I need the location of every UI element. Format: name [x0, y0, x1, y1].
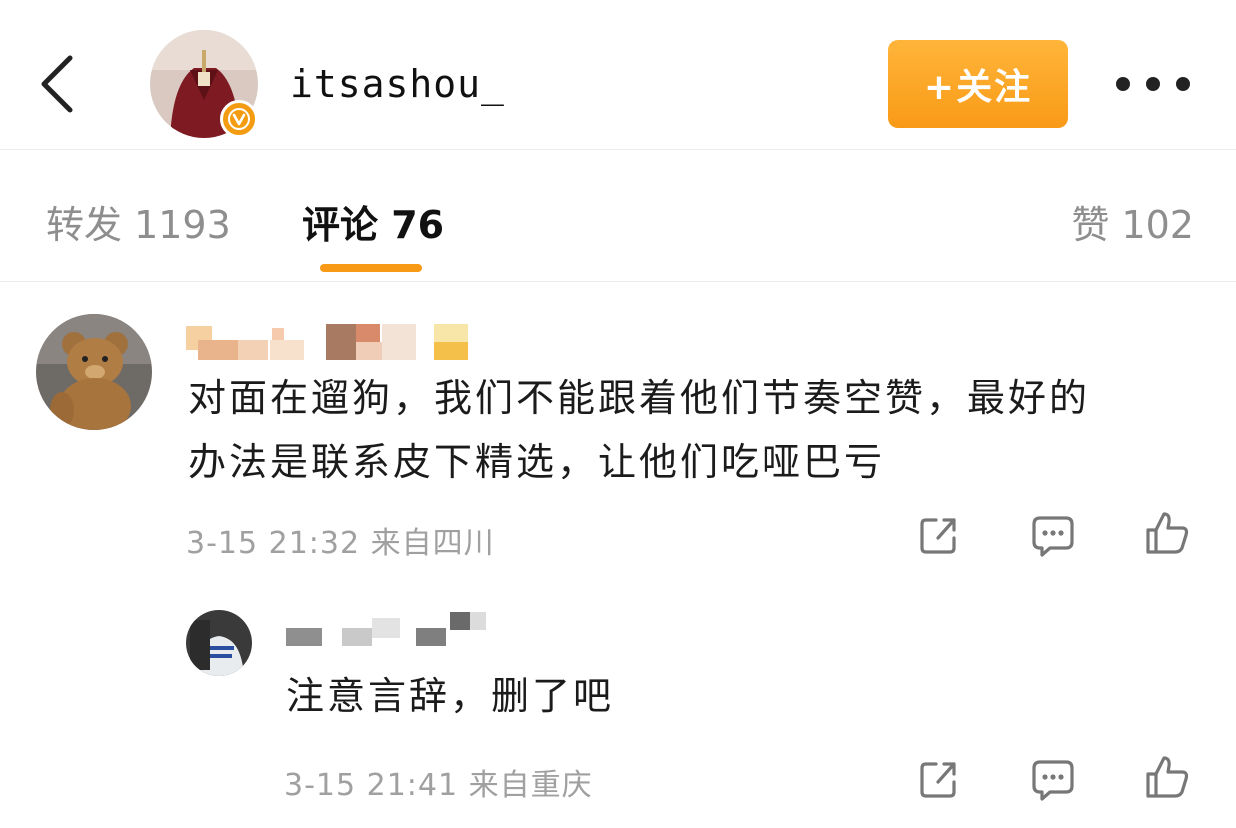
- replier-name-blurred[interactable]: [286, 610, 496, 650]
- back-button[interactable]: [36, 52, 82, 116]
- share-icon: [920, 762, 956, 798]
- more-dots-icon: [1116, 77, 1130, 91]
- commenter-name-blurred[interactable]: [186, 318, 486, 364]
- comment-text-line: 对面在遛狗，我们不能跟着他们节奏空赞，最好的: [188, 376, 1091, 420]
- comment-icon: [1032, 516, 1074, 557]
- username[interactable]: itsashou_: [290, 62, 505, 106]
- verified-badge-icon: [220, 100, 258, 138]
- tab-comments[interactable]: 评论 76: [302, 194, 444, 249]
- share-button[interactable]: [916, 512, 962, 558]
- share-button[interactable]: [916, 756, 962, 802]
- comment-button[interactable]: [1030, 512, 1076, 558]
- commenter-avatar[interactable]: [36, 314, 152, 430]
- like-button[interactable]: [1144, 510, 1190, 556]
- tab-repost[interactable]: 转发 1193: [46, 194, 231, 249]
- thumbs-up-icon: [1146, 512, 1189, 554]
- comment-text-line: 办法是联系皮下精选，让他们吃哑巴亏: [188, 440, 886, 484]
- like-button[interactable]: [1144, 754, 1190, 800]
- follow-button[interactable]: +关注: [888, 40, 1068, 128]
- active-tab-indicator: [320, 264, 422, 272]
- comment-icon: [1032, 760, 1074, 801]
- share-icon: [920, 518, 956, 554]
- replier-avatar[interactable]: [186, 610, 252, 676]
- comment-meta: 3-15 21:32 来自四川: [186, 526, 495, 561]
- comment-button[interactable]: [1030, 756, 1076, 802]
- more-options-button[interactable]: [1116, 64, 1190, 104]
- profile-header: itsashou_ +关注: [0, 0, 1236, 150]
- chevron-left-icon: [41, 55, 73, 113]
- reply-meta: 3-15 21:41 来自重庆: [284, 768, 593, 803]
- thumbs-up-icon: [1146, 756, 1189, 798]
- tab-likes[interactable]: 赞 102: [1071, 194, 1194, 249]
- reply-text: 注意言辞，删了吧: [286, 674, 615, 718]
- tab-bar: 转发 1193 评论 76 赞 102: [0, 150, 1236, 282]
